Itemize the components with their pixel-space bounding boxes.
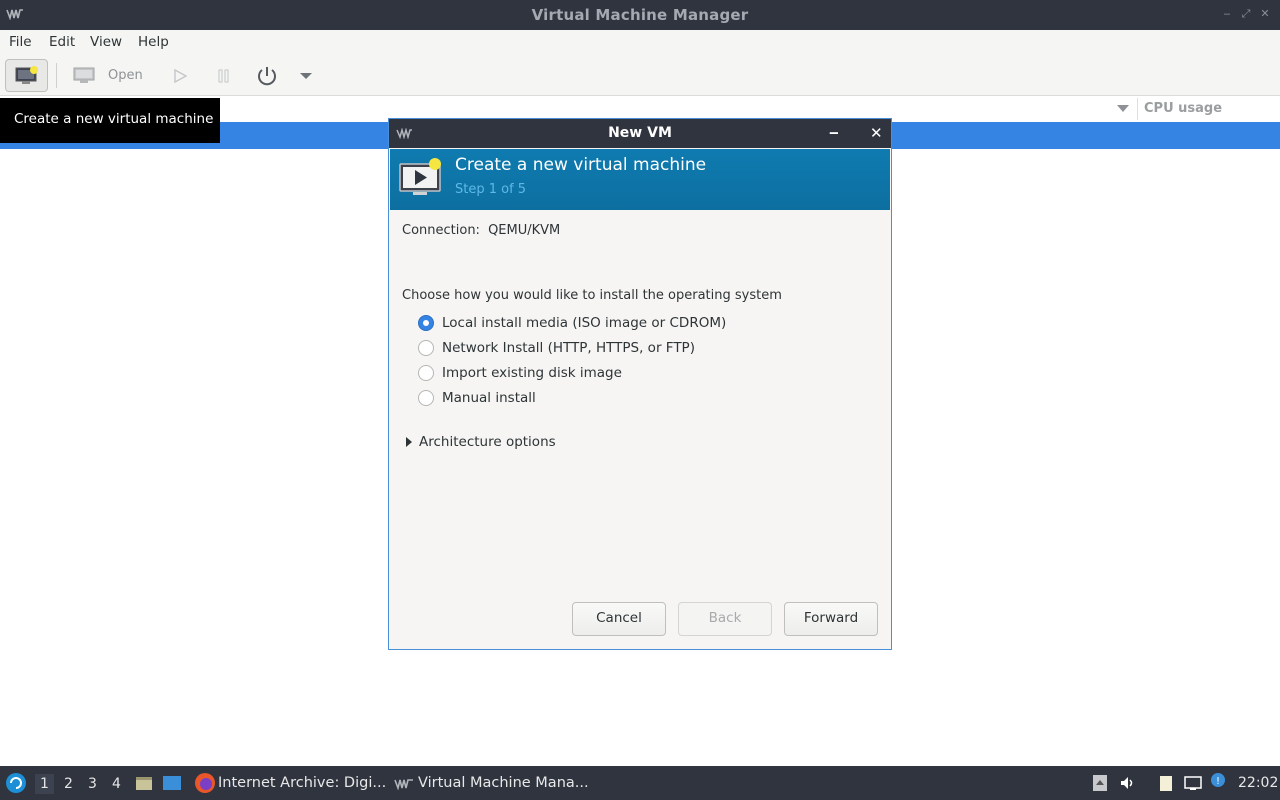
connection-value: QEMU/KVM [488, 223, 561, 238]
radio-button-selected[interactable] [418, 315, 434, 331]
radio-button[interactable] [418, 390, 434, 406]
banner-step: Step 1 of 5 [455, 182, 527, 197]
firefox-icon [195, 773, 215, 793]
radio-label: Local install media (ISO image or CDROM) [442, 315, 727, 331]
radio-label: Manual install [442, 390, 536, 406]
volume-icon[interactable] [1119, 774, 1137, 792]
tooltip: Create a new virtual machine [0, 98, 220, 143]
dialog-title: New VM [608, 125, 672, 141]
cpu-usage-column-header[interactable]: CPU usage [1144, 101, 1222, 116]
tray-up-arrow-icon[interactable] [1092, 774, 1108, 792]
toolbar-separator [56, 63, 57, 88]
radio-manual-install[interactable]: Manual install [418, 388, 536, 408]
new-vm-dialog: New VM ‒ ✕ Create a new virtual machine … [388, 118, 892, 650]
chevron-down-icon[interactable] [299, 72, 313, 80]
dialog-titlebar[interactable]: New VM ‒ ✕ [389, 119, 891, 148]
pause-icon[interactable] [217, 69, 231, 83]
menu-bar: File Edit View Help [0, 30, 1280, 55]
open-button[interactable]: Open [108, 68, 143, 83]
taskbar: 1 2 3 4 Internet Archive: Digi... Virtua… [0, 766, 1280, 800]
menu-view[interactable]: View [90, 34, 122, 50]
workspace-1[interactable]: 1 [35, 774, 54, 794]
radio-button[interactable] [418, 340, 434, 356]
workspace-4[interactable]: 4 [112, 776, 121, 792]
virt-manager-icon [394, 779, 413, 790]
console-icon[interactable] [73, 67, 97, 85]
task-firefox[interactable]: Internet Archive: Digi... [218, 775, 386, 791]
connection-row: Connection: QEMU/KVM [402, 223, 560, 238]
forward-button[interactable]: Forward [784, 602, 878, 636]
radio-network-install[interactable]: Network Install (HTTP, HTTPS, or FTP) [418, 338, 695, 358]
desktop-icon[interactable] [162, 774, 182, 792]
main-titlebar[interactable]: Virtual Machine Manager ‒ ⤢ ✕ [0, 0, 1280, 30]
expander-arrow-icon [406, 437, 412, 447]
sort-arrow-icon[interactable] [1117, 105, 1129, 112]
new-vm-button[interactable] [5, 59, 48, 92]
cancel-button[interactable]: Cancel [572, 602, 666, 636]
wizard-banner: Create a new virtual machine Step 1 of 5 [390, 149, 890, 210]
banner-title: Create a new virtual machine [455, 155, 707, 175]
radio-label: Network Install (HTTP, HTTPS, or FTP) [442, 340, 695, 356]
new-vm-icon [15, 66, 38, 84]
new-vm-banner-icon [399, 158, 441, 195]
close-icon[interactable]: ✕ [1259, 8, 1271, 20]
taskbar-clock: 22:02 [1238, 775, 1279, 791]
architecture-options-label: Architecture options [419, 434, 556, 450]
workspace-3[interactable]: 3 [88, 776, 97, 792]
radio-import-disk[interactable]: Import existing disk image [418, 363, 622, 383]
network-icon[interactable] [1183, 774, 1203, 792]
start-menu-icon[interactable] [5, 772, 27, 794]
window-title: Virtual Machine Manager [531, 6, 749, 24]
menu-file[interactable]: File [9, 34, 32, 50]
workspace-2[interactable]: 2 [64, 776, 73, 792]
play-icon[interactable] [173, 69, 187, 83]
svg-text:!: ! [1216, 776, 1220, 787]
dialog-minimize-icon[interactable]: ‒ [829, 125, 839, 141]
notification-icon[interactable]: ! [1210, 772, 1226, 788]
radio-button[interactable] [418, 365, 434, 381]
menu-edit[interactable]: Edit [49, 34, 75, 50]
radio-label: Import existing disk image [442, 365, 622, 381]
architecture-options-expander[interactable]: Architecture options [406, 434, 556, 450]
radio-local-install[interactable]: Local install media (ISO image or CDROM) [418, 313, 726, 333]
maximize-icon[interactable]: ⤢ [1240, 8, 1252, 20]
column-separator [1137, 98, 1138, 120]
install-method-prompt: Choose how you would like to install the… [402, 288, 782, 303]
minimize-icon[interactable]: ‒ [1221, 8, 1233, 20]
toolbar: Open [0, 55, 1280, 96]
dialog-close-icon[interactable]: ✕ [870, 124, 883, 142]
power-icon[interactable] [256, 65, 278, 87]
file-manager-icon[interactable] [135, 774, 153, 792]
menu-help[interactable]: Help [138, 34, 169, 50]
connection-label: Connection: [402, 223, 480, 238]
back-button[interactable]: Back [678, 602, 772, 636]
clipboard-icon[interactable] [1157, 774, 1175, 792]
task-virt-manager[interactable]: Virtual Machine Mana... [418, 775, 589, 791]
